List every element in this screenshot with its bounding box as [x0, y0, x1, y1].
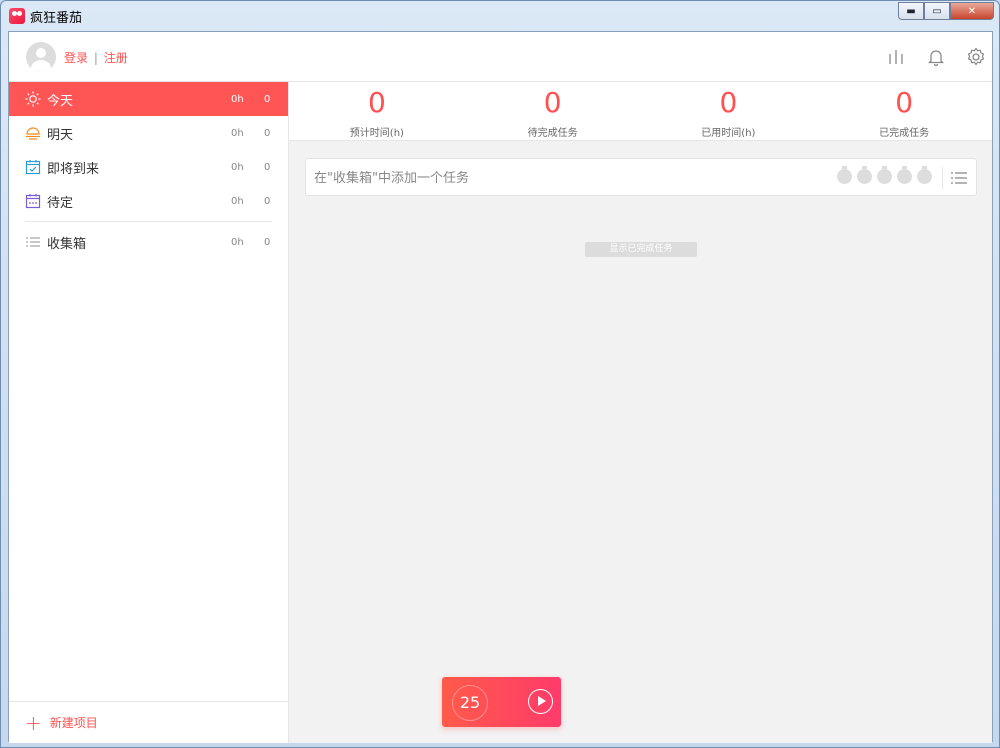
- stats-bar: 0 预计时间(h) 0 待完成任务 0 已用时间(h) 0 已完成任务: [289, 82, 992, 141]
- pomodoro-icon[interactable]: [917, 166, 932, 184]
- pomodoro-icon[interactable]: [877, 166, 892, 184]
- app-client-area: 登录 | 注册 今天 0h 0 明天 0h 0 即将到来 0h 0 待定 0h …: [8, 31, 993, 743]
- register-link[interactable]: 注册: [104, 51, 128, 65]
- login-register: 登录 | 注册: [64, 49, 128, 66]
- add-task-bar: [305, 158, 977, 196]
- sun-icon: [25, 91, 41, 107]
- stat-label: 预计时间(h): [349, 128, 404, 139]
- sidebar-item-pending[interactable]: 待定 0h 0: [9, 184, 288, 218]
- item-hours: 0h: [231, 161, 244, 173]
- stat-estimated-time: 0 预计时间(h): [289, 82, 465, 140]
- sunrise-icon: [25, 125, 41, 141]
- app-window: 疯狂番茄 ▬ ▭ ✕ 登录 | 注册 今天 0h 0 明天 0h 0 即将到来 …: [0, 0, 1000, 748]
- sidebar-item-label: 收集箱: [47, 236, 87, 252]
- pomodoro-icon[interactable]: [897, 166, 912, 184]
- stat-value: 0: [543, 86, 562, 119]
- task-options-button[interactable]: [942, 167, 972, 189]
- sidebar-item-label: 即将到来: [47, 161, 100, 177]
- item-count: 0: [264, 93, 271, 105]
- sidebar-divider: [25, 221, 272, 222]
- item-hours: 0h: [231, 195, 244, 207]
- pomodoro-timer: 25: [442, 677, 561, 727]
- pomodoro-icon[interactable]: [837, 166, 852, 184]
- stat-value: 0: [895, 86, 914, 119]
- window-title: 疯狂番茄: [30, 11, 83, 26]
- stat-used-time: 0 已用时间(h): [641, 82, 817, 140]
- stat-label: 已用时间(h): [701, 128, 756, 139]
- tomato-app-icon: [9, 8, 25, 24]
- stat-completed-tasks: 0 已完成任务: [816, 82, 992, 140]
- calendar-dots-icon: [25, 193, 41, 209]
- main-panel: 0 预计时间(h) 0 待完成任务 0 已用时间(h) 0 已完成任务 在"收集…: [289, 82, 992, 743]
- sidebar-item-label: 待定: [47, 195, 74, 211]
- login-separator: |: [93, 51, 98, 65]
- list-menu-icon: [951, 172, 967, 184]
- gear-icon[interactable]: [966, 47, 986, 67]
- new-project-button[interactable]: + 新建项目: [9, 701, 288, 743]
- close-button[interactable]: ✕: [950, 2, 994, 20]
- sidebar-item-upcoming[interactable]: 即将到来 0h 0: [9, 150, 288, 184]
- add-task-input[interactable]: [314, 168, 814, 188]
- stat-pending-tasks: 0 待完成任务: [465, 82, 641, 140]
- play-icon[interactable]: [528, 689, 553, 714]
- new-project-label: 新建项目: [49, 716, 98, 730]
- plus-icon: +: [25, 710, 42, 735]
- item-count: 0: [264, 236, 271, 248]
- statistics-icon[interactable]: [886, 47, 906, 67]
- avatar[interactable]: [26, 42, 56, 72]
- sidebar-item-inbox[interactable]: 收集箱 0h 0: [9, 225, 288, 259]
- pomodoro-icon[interactable]: [857, 166, 872, 184]
- item-hours: 0h: [231, 236, 244, 248]
- title-bar[interactable]: 疯狂番茄 ▬ ▭ ✕: [1, 1, 999, 31]
- sidebar-item-tomorrow[interactable]: 明天 0h 0: [9, 116, 288, 150]
- item-hours: 0h: [231, 127, 244, 139]
- sidebar-item-today[interactable]: 今天 0h 0: [9, 82, 288, 116]
- item-count: 0: [264, 161, 271, 173]
- stat-label: 待完成任务: [527, 128, 578, 139]
- pomodoro-estimate: [837, 166, 932, 184]
- minimize-button[interactable]: ▬: [898, 2, 924, 20]
- bell-icon[interactable]: [926, 47, 946, 67]
- top-header: 登录 | 注册: [9, 32, 992, 82]
- login-link[interactable]: 登录: [64, 51, 88, 65]
- show-completed-button[interactable]: 显示已完成任务: [585, 242, 697, 257]
- window-controls: ▬ ▭ ✕: [898, 2, 994, 20]
- header-actions: [886, 47, 986, 67]
- list-icon: [25, 234, 41, 250]
- item-hours: 0h: [231, 93, 244, 105]
- sidebar: 今天 0h 0 明天 0h 0 即将到来 0h 0 待定 0h 0 收集箱 0h…: [9, 82, 289, 743]
- stat-label: 已完成任务: [879, 128, 930, 139]
- item-count: 0: [264, 127, 271, 139]
- sidebar-item-label: 今天: [47, 93, 74, 109]
- stat-value: 0: [719, 86, 738, 119]
- sidebar-item-label: 明天: [47, 127, 74, 143]
- maximize-button[interactable]: ▭: [924, 2, 950, 20]
- timer-minutes: 25: [452, 685, 488, 721]
- item-count: 0: [264, 195, 271, 207]
- calendar-check-icon: [25, 159, 41, 175]
- stat-value: 0: [367, 86, 386, 119]
